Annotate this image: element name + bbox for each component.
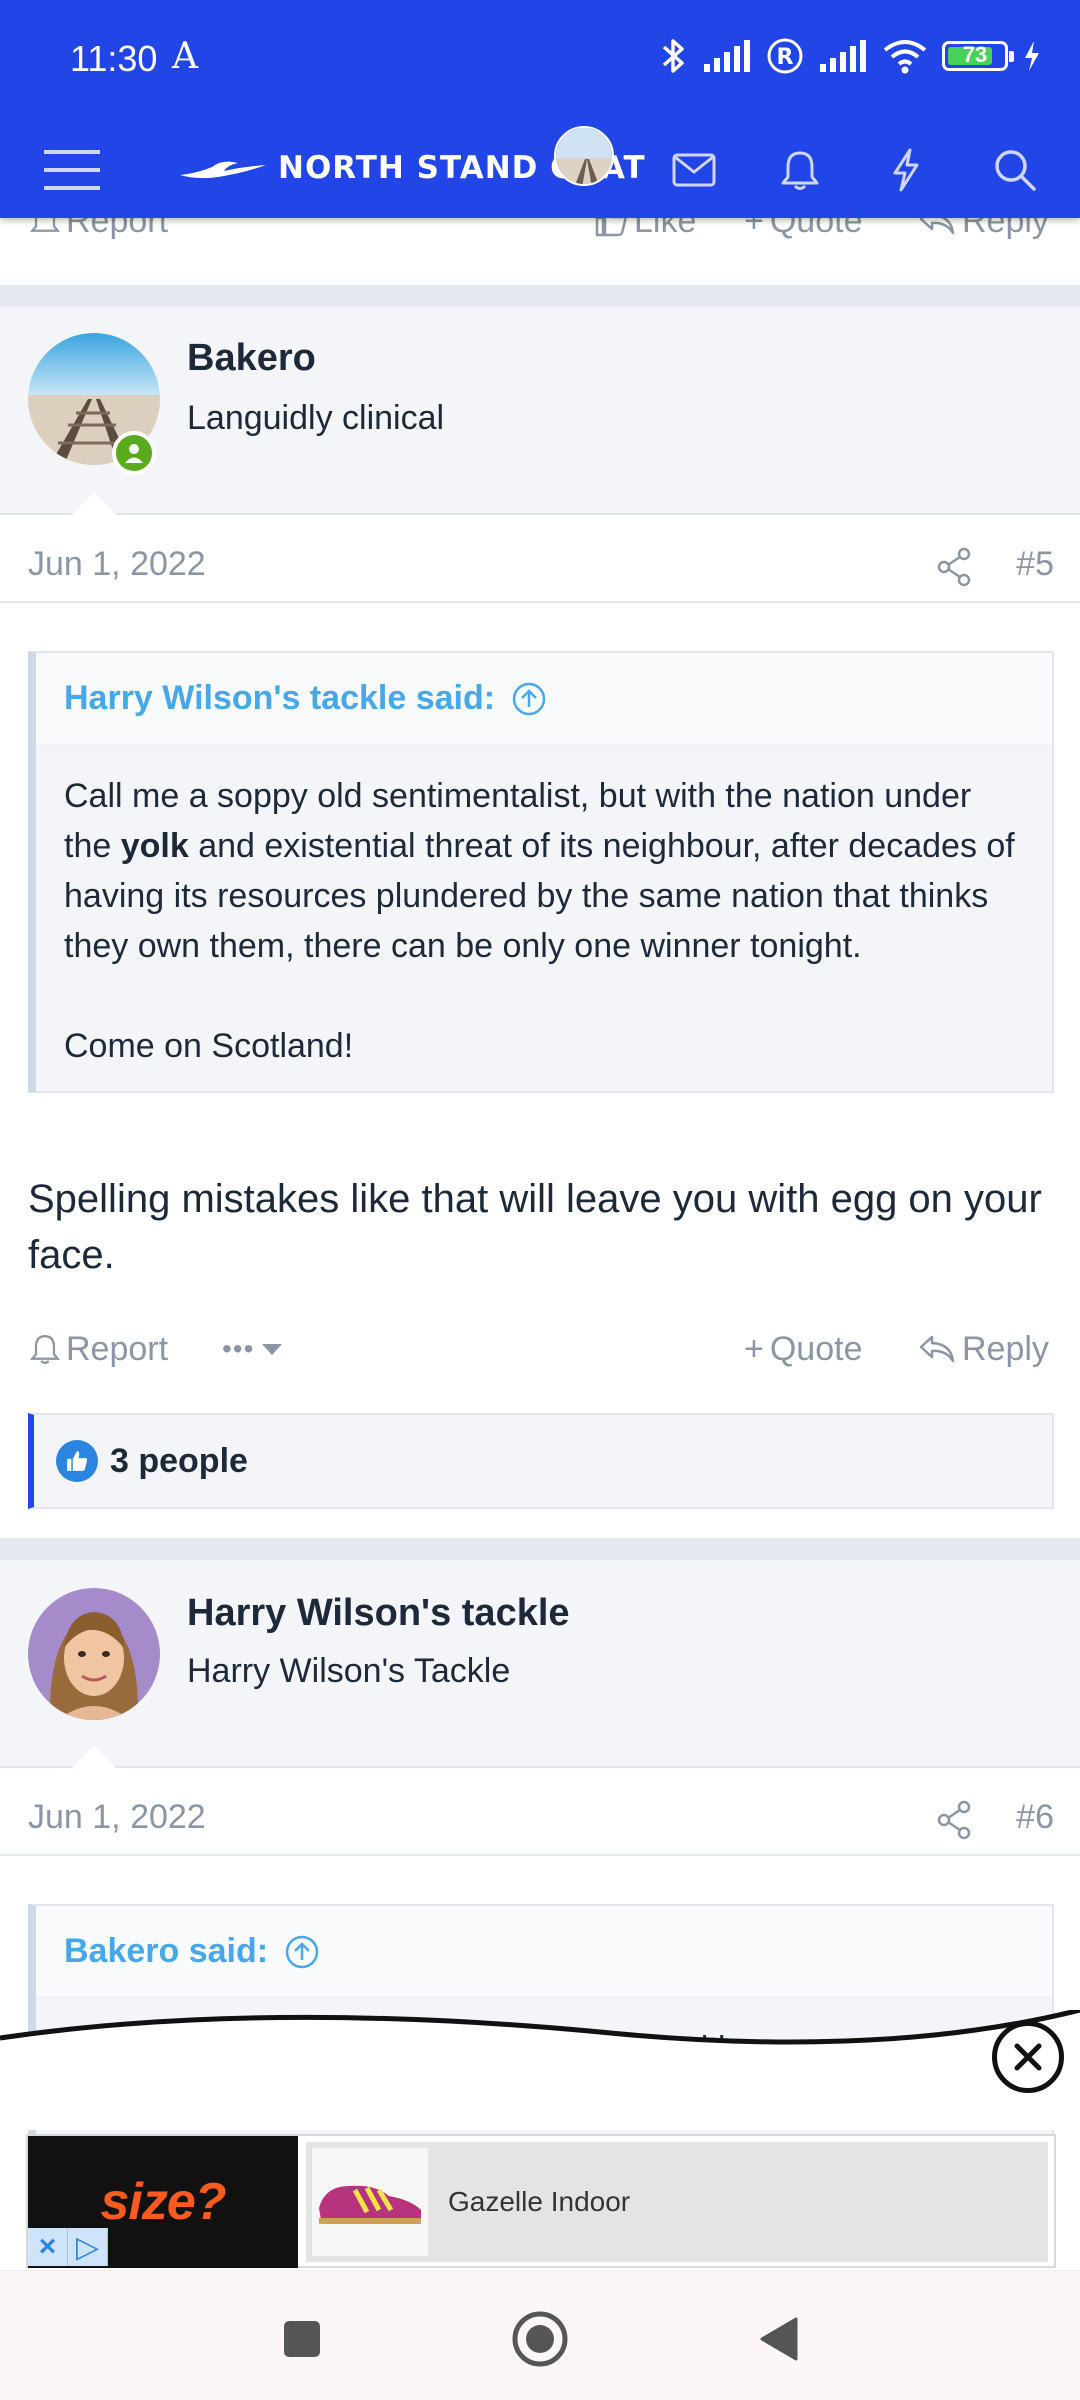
- post5-reactions-bar[interactable]: 3 people: [28, 1413, 1054, 1509]
- user-block-pointer: [72, 1746, 116, 1768]
- seagull-logo-icon: [180, 161, 266, 179]
- close-icon: [1014, 2043, 1042, 2071]
- signal-icon-2: [820, 40, 866, 72]
- post5-quote-paragraph-2: Come on Scotland!: [64, 1027, 354, 1065]
- inbox-button[interactable]: [664, 140, 724, 200]
- search-icon: [995, 150, 1036, 191]
- status-bar: 11:30 A R 73: [0, 0, 1080, 118]
- post5-reply-button[interactable]: Reply: [918, 1330, 1049, 1369]
- more-dots-icon: •••: [222, 1333, 255, 1364]
- back-triangle-icon: [760, 2317, 798, 2361]
- ad-product-card[interactable]: Gazelle Indoor: [306, 2142, 1048, 2262]
- ad-banner[interactable]: size? × ▷ Gazelle Indoor: [26, 2134, 1056, 2268]
- post5-number[interactable]: #5: [1016, 545, 1054, 584]
- nav-row: NORTH STAND CHAT: [0, 118, 1080, 218]
- svg-text:R: R: [777, 45, 794, 70]
- post5-user-block: Bakero Languidly clinical: [0, 307, 1080, 515]
- ad-choices-icon[interactable]: ▷: [68, 2228, 108, 2266]
- post6-avatar[interactable]: [28, 1588, 160, 1720]
- post5-date[interactable]: Jun 1, 2022: [28, 545, 206, 584]
- app-bar: 11:30 A R 73 NORTH STAND CHAT: [0, 0, 1080, 218]
- report-label: Report: [66, 1329, 169, 1368]
- post5-actions: Report ••• + Quote Reply: [0, 1314, 1080, 1384]
- search-button[interactable]: [985, 140, 1045, 200]
- post6-user-title: Harry Wilson's Tackle: [187, 1652, 511, 1690]
- post-separator: [0, 285, 1080, 307]
- post5-quote: Harry Wilson's tackle said: Call me a so…: [28, 651, 1054, 1093]
- status-time-suffix: A: [172, 36, 198, 77]
- signal-icon: [704, 40, 750, 72]
- charging-icon: [1025, 41, 1039, 71]
- like-reaction-icon: [56, 1440, 98, 1482]
- reactions-count: 3 people: [110, 1441, 248, 1480]
- post5-user-title: Languidly clinical: [187, 399, 445, 437]
- share-icon[interactable]: [936, 547, 972, 587]
- post-separator: [0, 1538, 1080, 1560]
- back-button[interactable]: [746, 2307, 810, 2371]
- post5-quote-author: Harry Wilson's tackle said:: [64, 679, 496, 717]
- roaming-icon: R: [767, 38, 803, 74]
- post6-quote-header[interactable]: Bakero said:: [36, 1906, 1052, 1998]
- ad-close-icon[interactable]: ×: [28, 2228, 68, 2266]
- reply-label: Reply: [962, 1329, 1049, 1368]
- bell-icon: [781, 151, 819, 190]
- post5-quote-body: Call me a soppy old sentimentalist, but …: [36, 745, 1052, 1097]
- envelope-icon: [672, 153, 716, 187]
- square-icon: [284, 2321, 320, 2357]
- user-block-pointer: [72, 493, 116, 515]
- plus-icon: +: [744, 1329, 764, 1368]
- post5-quote-header[interactable]: Harry Wilson's tackle said:: [36, 653, 1052, 745]
- system-navigation-bar: [0, 2270, 1080, 2400]
- battery-level: 73: [962, 42, 988, 67]
- post5-quote-button[interactable]: + Quote: [744, 1330, 862, 1369]
- post5-report-button[interactable]: Report: [30, 1330, 168, 1369]
- jump-up-icon: [285, 1935, 319, 1968]
- menu-button[interactable]: [42, 140, 102, 200]
- whats-new-button[interactable]: [876, 140, 936, 200]
- ad-product-image: [312, 2148, 428, 2256]
- post5-more-menu[interactable]: •••: [222, 1333, 284, 1365]
- quote-label: Quote: [769, 1329, 863, 1368]
- status-time: 11:30: [70, 38, 158, 79]
- online-status-icon: [112, 431, 156, 475]
- lightning-icon: [893, 148, 919, 192]
- post5-quote-bold-word: yolk: [120, 827, 189, 865]
- hamburger-icon: [44, 150, 100, 190]
- post6-user-block: Harry Wilson's tackle Harry Wilson's Tac…: [0, 1560, 1080, 1768]
- ad-brand-name: size?: [100, 2173, 226, 2231]
- post6-date[interactable]: Jun 1, 2022: [28, 1798, 206, 1837]
- jump-up-icon: [512, 682, 546, 715]
- account-avatar[interactable]: [554, 126, 614, 186]
- ad-close-button[interactable]: [992, 2021, 1064, 2093]
- post6-quote-author: Bakero said:: [64, 1932, 269, 1970]
- bluetooth-icon: [662, 39, 684, 73]
- recent-apps-button[interactable]: [270, 2307, 334, 2371]
- post5-username[interactable]: Bakero: [187, 337, 316, 380]
- post6-meta: Jun 1, 2022 #6: [0, 1786, 1080, 1856]
- home-circle-icon: [512, 2311, 568, 2367]
- chevron-down-icon: [262, 1344, 283, 1355]
- post5-meta: Jun 1, 2022 #5: [0, 533, 1080, 603]
- post5-body: Spelling mistakes like that will leave y…: [28, 1177, 1042, 1277]
- reply-arrow-icon: [919, 1335, 955, 1363]
- post6-username[interactable]: Harry Wilson's tackle: [187, 1592, 570, 1635]
- wifi-icon: [883, 40, 927, 74]
- home-button[interactable]: [508, 2307, 572, 2371]
- post5-quote-paragraph-1: Call me a soppy old sentimentalist, but …: [64, 777, 1015, 965]
- battery-icon: 73: [942, 41, 1014, 71]
- alerts-button[interactable]: [770, 140, 830, 200]
- status-icons: R 73: [658, 36, 1042, 76]
- ad-product-title: Gazelle Indoor: [448, 2186, 631, 2217]
- ad-choices[interactable]: × ▷: [28, 2228, 108, 2266]
- post6-number[interactable]: #6: [1016, 1798, 1054, 1837]
- bell-icon: [30, 1335, 60, 1364]
- ad-wave-divider: [0, 2010, 1080, 2130]
- share-icon[interactable]: [936, 1800, 972, 1840]
